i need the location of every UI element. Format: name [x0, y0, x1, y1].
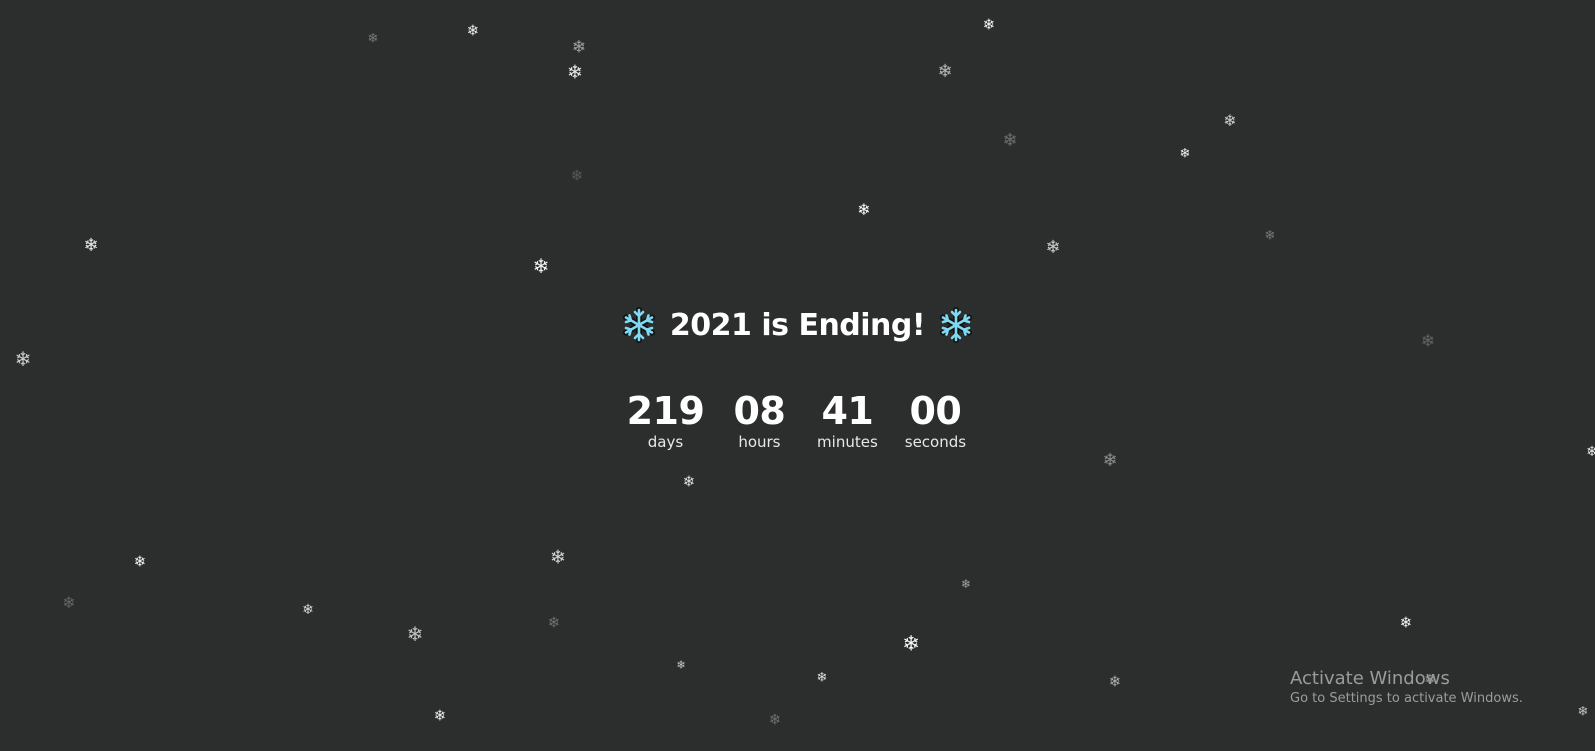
watermark-title: Activate Windows [1290, 668, 1450, 689]
snowflake-icon: ❄ [1045, 237, 1061, 258]
snowflake-icon: ❄ [960, 577, 972, 591]
countdown-panel: 2021 is Ending! 219 days 08 hours 41 min… [0, 306, 1595, 451]
countdown-seconds: 00 seconds [902, 391, 968, 451]
snowflake-icon: ❄ [937, 61, 953, 82]
snowflake-icon: ❄ [1577, 704, 1589, 720]
hours-label: hours [738, 433, 781, 451]
snowflake-icon: ❄ [1108, 672, 1122, 691]
minutes-label: minutes [817, 433, 878, 451]
snowflake-icon: ❄ [547, 613, 561, 632]
days-label: days [647, 433, 684, 451]
hours-value: 08 [733, 389, 786, 433]
snowflake-icon: ❄ [1399, 613, 1413, 632]
snowflake-icon: ❄ [367, 31, 379, 47]
snowflake-icon: ❄ [982, 15, 996, 34]
headline-text: 2021 is Ending! [669, 307, 926, 343]
snowflake-icon: ❄ [768, 710, 782, 729]
snowflake-icon [937, 306, 975, 344]
snowflake-icon: ❄ [1179, 146, 1191, 162]
snowflake-icon: ❄ [550, 546, 566, 569]
snowflake-icon: ❄ [406, 622, 424, 646]
snowflake-icon: ❄ [682, 472, 696, 491]
snowflake-icon: ❄ [532, 254, 550, 278]
snowflake-icon: ❄ [567, 61, 583, 84]
days-value: 219 [626, 389, 705, 433]
snowflake-icon: ❄ [433, 706, 447, 725]
watermark-subtitle: Go to Settings to activate Windows. [1290, 691, 1523, 706]
snowflake-icon: ❄ [1102, 450, 1118, 471]
seconds-value: 00 [909, 389, 962, 433]
activate-windows-watermark: Activate Windows Go to Settings to activ… [1290, 668, 1523, 708]
snowflake-icon: ❄ [857, 200, 871, 219]
snowflake-icon: ❄ [83, 235, 99, 256]
snowflake-icon [620, 306, 658, 344]
countdown-hours: 08 hours [726, 391, 792, 451]
minutes-value: 41 [821, 389, 874, 433]
countdown-timer: 219 days 08 hours 41 minutes 00 seconds [0, 391, 1595, 451]
snowflake-icon: ❄ [1223, 111, 1237, 130]
seconds-label: seconds [904, 433, 967, 451]
countdown-minutes: 41 minutes [814, 391, 880, 451]
snowflake-icon: ❄ [133, 552, 147, 571]
snowflake-icon: ❄ [1264, 228, 1276, 244]
snowflake-icon: ❄ [466, 21, 480, 40]
snowflake-icon: ❄ [571, 37, 587, 58]
snowflake-icon: ❄ [62, 593, 76, 612]
snowflake-icon: ❄ [1002, 130, 1018, 151]
snowflake-icon: ❄ [302, 602, 314, 618]
snowflake-icon: ❄ [676, 658, 686, 672]
snowflake-icon: ❄ [902, 631, 920, 656]
page-title: 2021 is Ending! [620, 306, 975, 344]
countdown-days: 219 days [627, 391, 705, 451]
snowflake-icon: ❄ [570, 166, 584, 185]
snowflake-icon: ❄ [816, 670, 828, 686]
